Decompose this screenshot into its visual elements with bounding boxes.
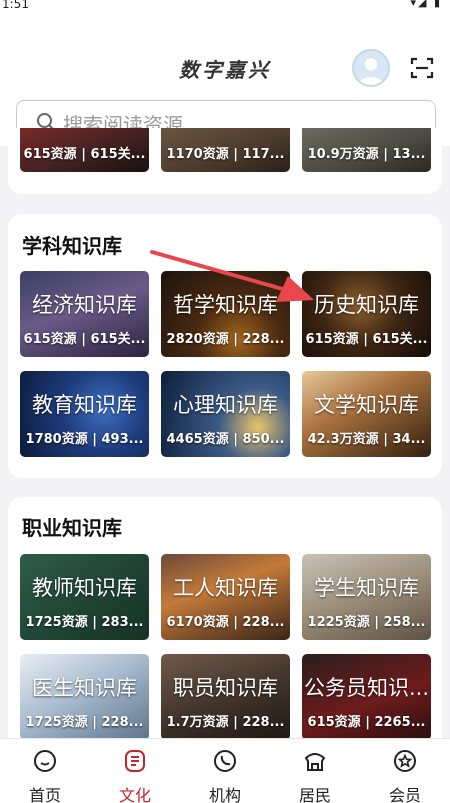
tile-name: 哲学知识库 [173, 293, 278, 317]
section-title: 学科知识库 [22, 234, 122, 258]
tab-label: 会员 [388, 786, 421, 803]
knowledge-tile[interactable]: 615资源 | 615关... [20, 128, 149, 172]
tab-label: 机构 [208, 786, 241, 803]
header: 数字嘉兴 搜索阅读资源 [0, 14, 450, 146]
student-knowledge-tile[interactable]: 学生知识库 1225资源 | 258... [302, 554, 431, 640]
tile-stats: 1780资源 | 493... [25, 432, 144, 447]
philosophy-knowledge-tile[interactable]: 哲学知识库 2820资源 | 228... [161, 271, 290, 357]
education-knowledge-tile[interactable]: 教育知识库 1780资源 | 493... [20, 371, 149, 457]
home-icon [34, 750, 56, 772]
tile-stats: 615资源 | 615关... [305, 332, 428, 347]
tab-label: 文化 [118, 786, 151, 803]
avatar[interactable] [352, 49, 390, 87]
top-knowledge-card: 615资源 | 615关... 1170资源 | 117... 10.9万资源 … [8, 128, 442, 194]
tile-name: 医生知识库 [32, 676, 137, 700]
scan-icon[interactable] [410, 56, 434, 80]
tile-stats: 615资源 | 615关... [23, 147, 146, 162]
resident-icon [304, 753, 326, 771]
bottom-tab-bar: 首页 文化 机构 居民 会员 [0, 738, 450, 803]
member-icon [394, 750, 416, 772]
tile-name: 心理知识库 [173, 393, 278, 417]
tab-home[interactable]: 首页 [0, 739, 90, 803]
tile-stats: 10.9万资源 | 13... [307, 147, 426, 162]
user-avatar-icon [358, 58, 384, 85]
section-title: 职业知识库 [22, 516, 122, 540]
tile-name: 历史知识库 [314, 293, 419, 317]
civil-servant-knowledge-tile[interactable]: 公务员知识... 615资源 | 2265... [302, 654, 431, 740]
tile-stats: 1725资源 | 228... [25, 715, 144, 730]
status-bar: 1:51 ▾◢ ▮ [0, 0, 450, 14]
tile-stats: 6170资源 | 228... [166, 615, 285, 630]
institution-icon [214, 750, 236, 772]
tile-name: 职员知识库 [173, 676, 278, 700]
tile-stats: 1225资源 | 258... [307, 615, 426, 630]
career-knowledge-section: 职业知识库 教师知识库 1725资源 | 283... 工人知识库 6170资源… [8, 497, 442, 757]
psychology-knowledge-tile[interactable]: 心理知识库 4465资源 | 850... [161, 371, 290, 457]
tile-stats: 2820资源 | 228... [166, 332, 285, 347]
tile-name: 教师知识库 [32, 576, 137, 600]
employee-knowledge-tile[interactable]: 职员知识库 1.7万资源 | 228... [161, 654, 290, 740]
tab-label: 居民 [298, 786, 331, 803]
tile-name: 公务员知识... [303, 676, 430, 700]
knowledge-tile[interactable]: 1170资源 | 117... [161, 128, 290, 172]
tile-name: 学生知识库 [314, 576, 419, 600]
doctor-knowledge-tile[interactable]: 医生知识库 1725资源 | 228... [20, 654, 149, 740]
literature-knowledge-tile[interactable]: 文学知识库 42.3万资源 | 34... [302, 371, 431, 457]
subject-knowledge-section: 学科知识库 经济知识库 615资源 | 615关... 哲学知识库 2820资源… [8, 214, 442, 478]
tab-label: 首页 [28, 786, 61, 803]
history-knowledge-tile[interactable]: 历史知识库 615资源 | 615关... [302, 271, 431, 357]
tab-culture[interactable]: 文化 [90, 739, 180, 803]
tile-name: 经济知识库 [32, 293, 137, 317]
tile-stats: 615资源 | 2265... [307, 715, 426, 730]
status-time: 1:51 [2, 0, 29, 11]
status-icons: ▾◢ ▮ [410, 0, 442, 9]
tile-stats: 42.3万资源 | 34... [307, 432, 426, 447]
teacher-knowledge-tile[interactable]: 教师知识库 1725资源 | 283... [20, 554, 149, 640]
tile-name: 文学知识库 [314, 393, 419, 417]
tab-institution[interactable]: 机构 [180, 739, 270, 803]
tile-stats: 1170资源 | 117... [166, 147, 285, 162]
worker-knowledge-tile[interactable]: 工人知识库 6170资源 | 228... [161, 554, 290, 640]
culture-icon [125, 750, 145, 772]
tile-stats: 4465资源 | 850... [166, 432, 285, 447]
knowledge-tile[interactable]: 10.9万资源 | 13... [302, 128, 431, 172]
tile-name: 工人知识库 [173, 576, 278, 600]
tab-resident[interactable]: 居民 [270, 739, 360, 803]
tab-member[interactable]: 会员 [360, 739, 450, 803]
tile-stats: 615资源 | 615关... [23, 332, 146, 347]
economics-knowledge-tile[interactable]: 经济知识库 615资源 | 615关... [20, 271, 149, 357]
tile-stats: 1.7万资源 | 228... [166, 715, 285, 730]
tile-name: 教育知识库 [32, 393, 137, 417]
tile-stats: 1725资源 | 283... [25, 615, 144, 630]
